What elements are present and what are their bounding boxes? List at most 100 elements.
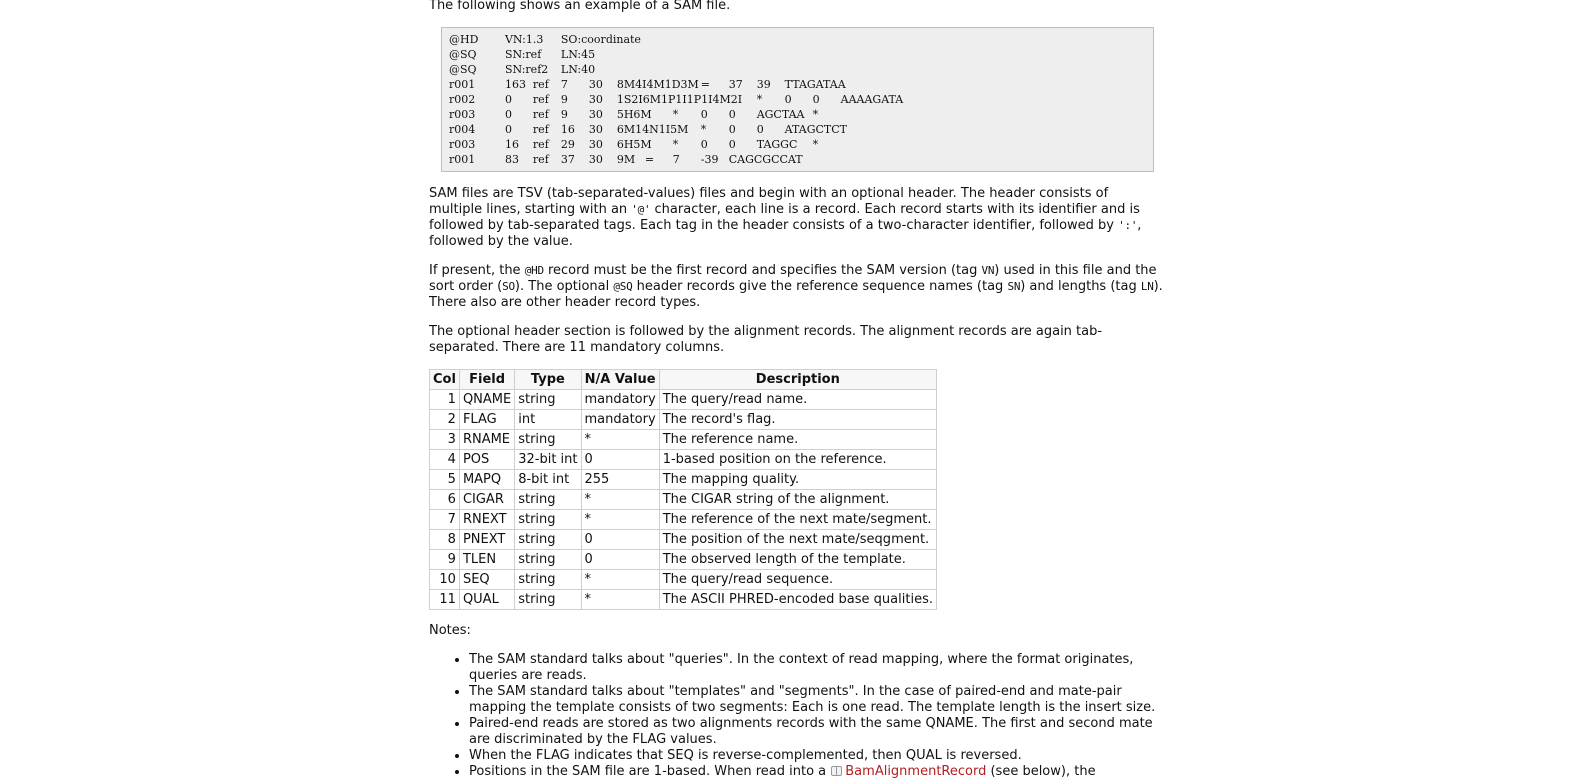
cell-col: 10 [429,569,460,590]
cell-na-value: mandatory [580,409,660,430]
table-row: 6 CIGAR string * The CIGAR string of the… [429,489,937,510]
table-row: 3 RNAME string * The reference name. [429,429,937,450]
text-span: header records give the reference sequen… [632,279,1008,294]
table-row: 2 FLAG int mandatory The record's flag. [429,409,937,430]
cell-description: The reference name. [658,429,937,450]
cell-col: 2 [429,409,460,430]
header-field: Field [458,369,516,390]
cell-col: 9 [429,549,460,570]
cell-description: The mapping quality. [658,469,937,490]
table-row: 9 TLEN string 0 The observed length of t… [429,549,937,570]
cell-description: The CIGAR string of the alignment. [658,489,937,510]
cell-na-value: 0 [580,549,660,570]
cell-type: string [514,389,582,410]
text-span: ). The optional [514,279,614,294]
cell-field: PNEXT [458,529,516,550]
cell-field: FLAG [458,409,516,430]
header-type: Type [514,369,582,390]
cell-description: The reference of the next mate/segment. [658,509,937,530]
cell-col: 11 [429,589,460,610]
table-row: 11 QUAL string * The ASCII PHRED-encoded… [429,589,937,610]
cell-field: TLEN [458,549,516,570]
cell-description: The ASCII PHRED-encoded base qualities. [658,589,937,610]
cell-na-value: mandatory [580,389,660,410]
cell-field: RNAME [458,429,516,450]
cell-type: string [514,569,582,590]
cell-description: The position of the next mate/seqgment. [658,529,937,550]
paragraph-tsv-format: SAM files are TSV (tab-separated-values)… [429,186,1164,250]
cell-field: CIGAR [458,489,516,510]
header-na-value: N/A Value [580,369,660,390]
code-colon-char: ':' [1118,219,1138,232]
cell-type: 8-bit int [514,469,582,490]
notes-label: Notes: [429,623,471,638]
cell-description: The query/read name. [658,389,937,410]
code-at-char: '@' [631,203,651,216]
cell-na-value: 0 [580,529,660,550]
code-vn: VN [981,264,995,277]
cell-col: 8 [429,529,460,550]
paragraph-alignment-records: The optional header section is followed … [429,324,1103,355]
mandatory-columns-table: Col Field Type N/A Value Description 1 Q… [429,369,937,610]
cell-type: string [514,429,582,450]
cell-field: QNAME [458,389,516,410]
list-item: Paired-end reads are stored as two align… [469,716,1164,748]
cell-na-value: * [580,589,660,610]
list-item: The SAM standard talks about "templates"… [469,684,1164,716]
cell-col: 4 [429,449,460,470]
paragraph-header-records: If present, the @HD record must be the f… [429,263,1164,311]
cell-type: string [514,509,582,530]
cell-description: 1-based position on the reference. [658,449,937,470]
cell-col: 7 [429,509,460,530]
list-item: The SAM standard talks about "queries". … [469,652,1164,684]
table-row: 5 MAPQ 8-bit int 255 The mapping quality… [429,469,937,490]
cell-col: 1 [429,389,460,410]
cell-na-value: * [580,429,660,450]
table-row: 8 PNEXT string 0 The position of the nex… [429,529,937,550]
cell-description: The observed length of the template. [658,549,937,570]
cell-na-value: * [580,509,660,530]
table-row: 4 POS 32-bit int 0 1-based position on t… [429,449,937,470]
cell-field: MAPQ [458,469,516,490]
cell-na-value: 255 [580,469,660,490]
notes-list: The SAM standard talks about "queries". … [429,652,1164,780]
table-row: 1 QNAME string mandatory The query/read … [429,389,937,410]
cell-field: QUAL [458,589,516,610]
cell-col: 3 [429,429,460,450]
book-icon [830,766,843,776]
header-description: Description [658,369,937,390]
cell-field: SEQ [458,569,516,590]
sam-example-block: @HD VN:1.3 SO:coordinate @SQ SN:ref LN:4… [441,27,1154,172]
table-row: 7 RNEXT string * The reference of the ne… [429,509,937,530]
text-span: (see below), the [986,764,1096,779]
table-row: 10 SEQ string * The query/read sequence. [429,569,937,590]
cell-type: string [514,589,582,610]
cell-description: The record's flag. [658,409,937,430]
bamalignmentrecord-link[interactable]: BamAlignmentRecord [845,764,986,779]
cell-type: string [514,529,582,550]
header-col: Col [429,369,460,390]
cell-type: int [514,409,582,430]
code-ln: LN [1140,280,1154,293]
table-header-row: Col Field Type N/A Value Description [429,369,937,390]
code-sn: SN [1007,280,1021,293]
text-span: record must be the first record and spec… [543,263,982,278]
code-hd: @HD [524,264,544,277]
list-item: When the FLAG indicates that SEQ is reve… [469,748,1164,764]
cell-field: RNEXT [458,509,516,530]
intro-text: The following shows an example of a SAM … [429,0,731,13]
code-so: SO [502,280,515,293]
code-sq: @SQ [613,280,633,293]
text-span: Positions in the SAM file are 1-based. W… [469,764,831,779]
cell-type: string [514,549,582,570]
list-item: Positions in the SAM file are 1-based. W… [469,764,1164,780]
cell-type: string [514,489,582,510]
cell-type: 32-bit int [514,449,582,470]
cell-col: 6 [429,489,460,510]
cell-field: POS [458,449,516,470]
cell-na-value: 0 [580,449,660,470]
cell-na-value: * [580,489,660,510]
text-span: ) and lengths (tag [1020,279,1141,294]
cell-col: 5 [429,469,460,490]
cell-na-value: * [580,569,660,590]
